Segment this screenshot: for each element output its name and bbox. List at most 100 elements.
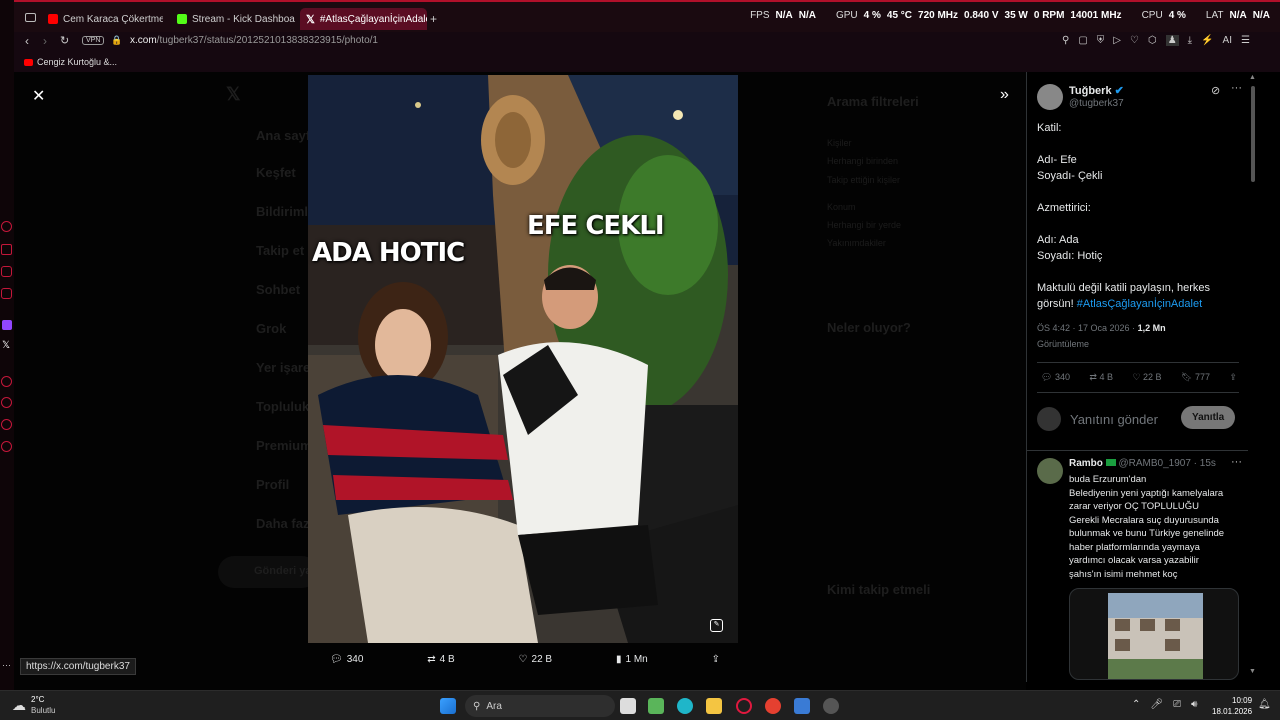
photo-share-button[interactable]: ⇪ (712, 654, 720, 665)
mic-icon[interactable]: 🎤︎ (1150, 699, 1163, 710)
author-row: Tuğberk ✔ @tugberk37 ⊘ ··· (1037, 82, 1242, 112)
play-icon[interactable]: ▷ (1113, 35, 1121, 46)
player-icon[interactable] (1, 376, 12, 387)
close-icon[interactable]: ✕ (32, 86, 45, 106)
gpu-volt: 0.840 V (964, 10, 999, 21)
divider (1037, 392, 1239, 393)
photo-views-button[interactable]: ▮ 1 Mn (616, 654, 648, 665)
reply-handle[interactable]: @RAMB0_1907 · 15s (1118, 458, 1215, 469)
gpu-clock: 720 MHz (918, 10, 959, 21)
reply-media-image (1108, 593, 1203, 679)
author-handle[interactable]: @tugberk37 (1069, 98, 1124, 109)
network-icon[interactable]: ⎚ (1173, 699, 1181, 710)
url-host: x.com (130, 35, 157, 46)
reply-line: Gerekli Mecralara suç duyurusunda (1069, 514, 1219, 526)
photo-reply-button[interactable]: 💬︎ 340 (330, 654, 363, 665)
history-icon[interactable] (1, 397, 12, 408)
more-options-icon[interactable]: ··· (1231, 82, 1242, 94)
avatar[interactable] (1037, 84, 1063, 110)
extensions-sidebar-icon[interactable] (1, 419, 12, 430)
opera-gx-icon[interactable] (736, 698, 752, 714)
more-options-icon[interactable]: ··· (1231, 456, 1242, 468)
tab-kick[interactable]: Stream - Kick Dashboard (177, 8, 295, 30)
hashtag-link[interactable]: #AtlasÇağlayanİçinAdalet (1077, 298, 1202, 310)
repost-stat[interactable]: ⇄ 4 B (1089, 372, 1113, 383)
kick-icon (177, 14, 187, 24)
tweet-time[interactable]: ÖS 4:42 · 17 Oca 2026 · (1037, 323, 1138, 333)
volume-icon[interactable]: 🔊︎ (1191, 699, 1197, 710)
ai-button[interactable]: AI (1223, 35, 1232, 46)
new-tab-button[interactable]: + (430, 12, 437, 26)
back-icon[interactable]: ‹ (25, 34, 29, 48)
menu-icon[interactable]: ☰ (1241, 35, 1250, 46)
avatar[interactable] (1037, 458, 1063, 484)
reply-stat[interactable]: 💬︎ 340 (1041, 372, 1070, 383)
lock-icon[interactable]: 🔒 (111, 35, 122, 46)
pin-icon[interactable]: ⚲ (1062, 35, 1069, 46)
workspaces-icon[interactable] (25, 13, 36, 22)
tray-expand-icon[interactable]: ⌃ (1132, 699, 1140, 710)
task-view-icon[interactable] (620, 698, 636, 714)
profile-icon[interactable]: ♟ (1165, 35, 1179, 46)
tweet-photo[interactable]: ADA HOTIC EFE CEKLI ✎ (308, 75, 738, 643)
store-icon[interactable] (794, 698, 810, 714)
grok-icon[interactable]: ⊘ (1211, 84, 1220, 97)
reply-button[interactable]: Yanıtla (1181, 406, 1236, 429)
twitch-icon[interactable] (2, 320, 12, 330)
chrome-icon[interactable] (765, 698, 781, 714)
alt-text-icon[interactable]: ✎ (710, 619, 723, 632)
scrollbar-up-icon[interactable]: ▲ (1249, 74, 1256, 81)
file-explorer-icon[interactable] (706, 698, 722, 714)
edge-icon[interactable] (677, 698, 693, 714)
vpn-badge[interactable]: VPN (82, 36, 105, 45)
messenger-icon[interactable] (1, 266, 12, 277)
reply-icon: 💬︎ (330, 653, 343, 665)
weather-desc: Bulutlu (31, 706, 56, 715)
forward-icon[interactable]: › (43, 34, 47, 48)
taskbar-search[interactable]: ⚲ Ara (465, 695, 615, 717)
toolbar-icons: ⚲ ▢ ⛨ ▷ ♡ ⬡ ♟ ⤓ ⚡ AI ☰ (1062, 35, 1250, 46)
x-sidebar-icon[interactable]: 𝕏 (2, 340, 10, 351)
ghost-search-filters: Arama filtreleri (827, 94, 919, 109)
widgets-icon[interactable] (648, 698, 664, 714)
notification-icon[interactable]: 🔔︎ (1258, 699, 1271, 710)
author-name-row[interactable]: Tuğberk ✔ (1069, 84, 1124, 97)
extensions-icon[interactable]: ⬡ (1148, 35, 1157, 46)
scrollbar-thumb[interactable] (1251, 86, 1255, 182)
gx-control-icon[interactable] (1, 221, 12, 232)
gpu-rpm: 0 RPM (1033, 10, 1065, 21)
share-icon[interactable]: ⇪ (1229, 372, 1237, 383)
bookmark-stat[interactable]: 🔖︎ 777 (1181, 372, 1210, 383)
bookmark-item[interactable]: Cengiz Kurtoğlu &... (24, 57, 117, 67)
easy-setup-icon[interactable]: ⚡ (1201, 35, 1213, 46)
start-icon[interactable] (440, 698, 456, 714)
download-icon[interactable]: ⤓ (1188, 35, 1192, 46)
reply-header: Rambo @RAMB0_1907 · 15s (1069, 458, 1216, 469)
screenshot-icon[interactable]: ▢ (1078, 35, 1087, 46)
reply-author[interactable]: Rambo (1069, 458, 1103, 469)
heart-icon[interactable]: ♡ (1130, 35, 1139, 46)
scrollbar-down-icon[interactable]: ▼ (1249, 668, 1256, 675)
like-stat[interactable]: ♡ 22 B (1132, 372, 1161, 383)
collapse-panel-icon[interactable]: » (1000, 86, 1009, 104)
photo-like-button[interactable]: ♡ 22 B (519, 654, 553, 665)
gx-corner-icon[interactable] (1, 244, 12, 255)
panel-scrollbar[interactable]: ▲ ▼ (1248, 72, 1258, 682)
reply-input[interactable]: Yanıtını gönder (1070, 412, 1158, 427)
ghost-follow-title: Kimi takip etmeli (827, 582, 931, 597)
reload-icon[interactable]: ↻ (60, 34, 69, 47)
repost-icon: ⇄ (427, 653, 436, 665)
weather-widget[interactable]: ☁ 2°C Bulutlu (12, 694, 55, 716)
url-field[interactable]: x.com/tugberk37/status/20125210138383239… (130, 35, 378, 46)
ghost-trending-title: Neler oluyor? (827, 320, 911, 335)
shield-icon[interactable]: ⛨ (1097, 35, 1105, 46)
tab-x-active[interactable]: 𝕏 #AtlasÇağlayanİçinAdalet (300, 8, 427, 30)
recorder-icon[interactable] (823, 698, 839, 714)
more-sidebar-icon[interactable]: ··· (2, 660, 11, 670)
tab-youtube[interactable]: Cem Karaca Çökertme, Ce (48, 8, 163, 30)
settings-icon[interactable] (1, 441, 12, 452)
photo-repost-button[interactable]: ⇄ 4 B (427, 654, 454, 665)
clock[interactable]: 10:09 18.01.2026 (1212, 695, 1252, 717)
discord-icon[interactable] (1, 288, 12, 299)
reply-media[interactable] (1069, 588, 1239, 680)
